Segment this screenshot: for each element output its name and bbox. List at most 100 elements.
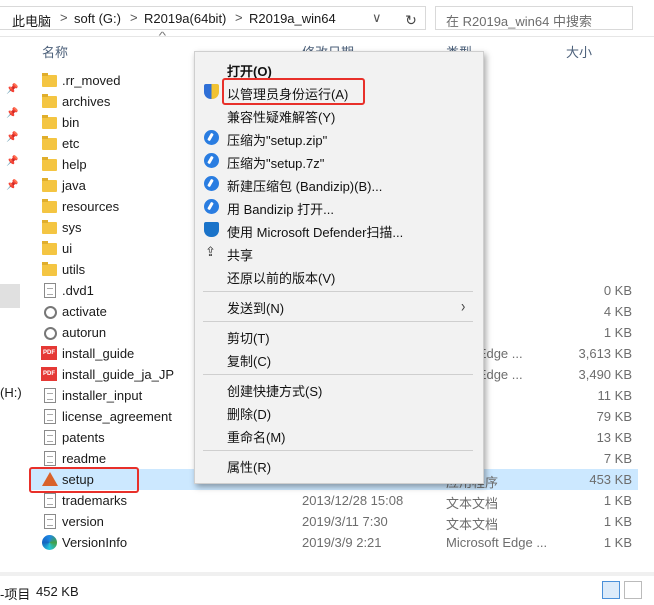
file-row[interactable]: trademarks 2013/12/28 15:08 文本文档 1 KB bbox=[30, 490, 638, 511]
doc-icon bbox=[44, 514, 56, 529]
file-size: 3,613 KB bbox=[578, 346, 633, 361]
file-name: VersionInfo bbox=[62, 535, 128, 550]
refresh-icon[interactable]: ↻ bbox=[400, 12, 422, 28]
bandizip-icon bbox=[204, 176, 219, 191]
menu-item-rename[interactable]: 重命名(M) bbox=[195, 424, 481, 445]
file-size: 453 KB bbox=[589, 472, 632, 487]
menu-item-label: 删除(D) bbox=[227, 407, 272, 422]
pdf-icon: PDF bbox=[41, 367, 57, 381]
doc-icon bbox=[44, 430, 56, 445]
file-date: 2013/12/28 15:08 bbox=[302, 493, 404, 508]
folder-icon bbox=[42, 73, 57, 87]
pin-icon: 📌 bbox=[6, 84, 19, 95]
column-header-name[interactable]: 名称 bbox=[42, 42, 68, 61]
menu-item-compress-zip[interactable]: 压缩为"setup.zip" bbox=[195, 127, 481, 148]
menu-item-label: 使用 Microsoft Defender扫描... bbox=[227, 225, 404, 240]
menu-item-restore-versions[interactable]: 还原以前的版本(V) bbox=[195, 265, 481, 286]
menu-item-label: 压缩为"setup.zip" bbox=[227, 133, 328, 148]
menu-item-label: 用 Bandizip 打开... bbox=[227, 202, 334, 217]
menu-divider bbox=[203, 291, 473, 292]
file-size: 1 KB bbox=[603, 493, 632, 508]
status-item-count: -项目 bbox=[0, 587, 31, 602]
nav-item-selected[interactable] bbox=[0, 284, 20, 308]
defender-icon bbox=[204, 222, 219, 237]
menu-item-new-archive[interactable]: 新建压缩包 (Bandizip)(B)... bbox=[195, 173, 481, 194]
folder-icon bbox=[42, 94, 57, 108]
context-menu: 打开(O) 以管理员身份运行(A) 兼容性疑难解答(Y) 压缩为"setup.z… bbox=[194, 51, 484, 484]
doc-icon bbox=[44, 388, 56, 403]
file-name: sys bbox=[62, 220, 82, 235]
crumb-this-pc[interactable]: 此电脑 bbox=[12, 11, 51, 30]
menu-item-label: 新建压缩包 (Bandizip)(B)... bbox=[227, 179, 383, 194]
column-header-size[interactable]: 大小 bbox=[566, 42, 592, 61]
file-name: license_agreement bbox=[62, 409, 172, 424]
doc-icon bbox=[44, 451, 56, 466]
file-type: Microsoft Edge ... bbox=[446, 535, 548, 550]
folder-icon bbox=[42, 262, 57, 276]
menu-item-compat-troubleshoot[interactable]: 兼容性疑难解答(Y) bbox=[195, 104, 481, 125]
file-name: patents bbox=[62, 430, 105, 445]
menu-item-send-to[interactable]: 发送到(N) › bbox=[195, 295, 481, 316]
chevron-right-icon[interactable]: > bbox=[60, 10, 68, 25]
crumb-r2019a-64bit[interactable]: R2019a(64bit) bbox=[144, 11, 226, 26]
menu-item-label: 剪切(T) bbox=[227, 331, 270, 346]
pin-icon: 📌 bbox=[6, 132, 19, 143]
file-size: 11 KB bbox=[597, 388, 632, 403]
menu-item-create-shortcut[interactable]: 创建快捷方式(S) bbox=[195, 378, 481, 399]
file-size: 3,490 KB bbox=[578, 367, 633, 382]
chevron-right-icon[interactable]: > bbox=[235, 10, 243, 25]
file-size: 7 KB bbox=[603, 451, 632, 466]
file-size: 79 KB bbox=[596, 409, 632, 424]
search-box[interactable]: 在 R2019a_win64 中搜索 bbox=[435, 6, 633, 30]
file-name: installer_input bbox=[62, 388, 143, 403]
status-bar: -项目 452 KB bbox=[0, 576, 654, 605]
search-input[interactable]: 在 R2019a_win64 中搜索 bbox=[446, 11, 592, 30]
menu-item-copy[interactable]: 复制(C) bbox=[195, 348, 481, 369]
crumb-drive[interactable]: soft (G:) bbox=[74, 11, 121, 26]
file-name: install_guide bbox=[62, 346, 135, 361]
file-row[interactable]: version 2019/3/11 7:30 文本文档 1 KB bbox=[30, 511, 638, 532]
pin-icon: 📌 bbox=[6, 108, 19, 119]
file-date: 2019/3/9 2:21 bbox=[302, 535, 382, 550]
large-icons-view-icon[interactable] bbox=[624, 581, 642, 599]
file-name: readme bbox=[62, 451, 107, 466]
file-name: activate bbox=[62, 304, 107, 319]
menu-item-cut[interactable]: 剪切(T) bbox=[195, 325, 481, 346]
menu-item-defender-scan[interactable]: 使用 Microsoft Defender扫描... bbox=[195, 219, 481, 240]
folder-icon bbox=[42, 115, 57, 129]
folder-icon bbox=[42, 220, 57, 234]
file-name: ui bbox=[62, 241, 73, 256]
file-date: 2019/3/11 7:30 bbox=[302, 514, 388, 529]
file-name: install_guide_ja_JP bbox=[62, 367, 175, 382]
menu-item-delete[interactable]: 删除(D) bbox=[195, 401, 481, 422]
doc-icon bbox=[44, 493, 56, 508]
menu-divider bbox=[203, 374, 473, 375]
share-icon: ⇪ bbox=[205, 244, 216, 259]
menu-item-open-with-bandizip[interactable]: 用 Bandizip 打开... bbox=[195, 196, 481, 217]
menu-item-open[interactable]: 打开(O) bbox=[195, 58, 481, 79]
menu-item-label: 还原以前的版本(V) bbox=[227, 271, 336, 286]
chevron-right-icon[interactable]: > bbox=[130, 10, 138, 25]
highlight-box bbox=[222, 78, 365, 105]
crumb-r2019a-win64[interactable]: R2019a_win64 bbox=[249, 11, 336, 26]
file-name: java bbox=[62, 178, 86, 193]
file-name: archives bbox=[62, 94, 111, 109]
nav-item-drive[interactable]: (H:) bbox=[0, 385, 22, 400]
menu-item-label: 复制(C) bbox=[227, 354, 272, 369]
folder-icon bbox=[42, 199, 57, 213]
menu-item-label: 创建快捷方式(S) bbox=[227, 384, 323, 399]
menu-item-properties[interactable]: 属性(R) bbox=[195, 454, 481, 475]
file-type: 文本文档 bbox=[446, 517, 499, 532]
breadcrumb[interactable]: 此电脑 > soft (G:) > R2019a(64bit) > R2019a… bbox=[0, 6, 426, 30]
menu-item-share[interactable]: ⇪ 共享 bbox=[195, 242, 481, 263]
file-row[interactable]: VersionInfo 2019/3/9 2:21 Microsoft Edge .… bbox=[30, 532, 638, 553]
menu-item-label: 发送到(N) bbox=[227, 301, 285, 316]
doc-icon bbox=[44, 283, 56, 298]
file-size: 1 KB bbox=[603, 535, 632, 550]
file-name: bin bbox=[62, 115, 80, 130]
gear-icon bbox=[44, 306, 57, 319]
details-view-icon[interactable] bbox=[602, 581, 620, 599]
menu-item-compress-7z[interactable]: 压缩为"setup.7z" bbox=[195, 150, 481, 171]
file-name: resources bbox=[62, 199, 120, 214]
chevron-down-icon[interactable]: ∨ bbox=[372, 10, 382, 26]
